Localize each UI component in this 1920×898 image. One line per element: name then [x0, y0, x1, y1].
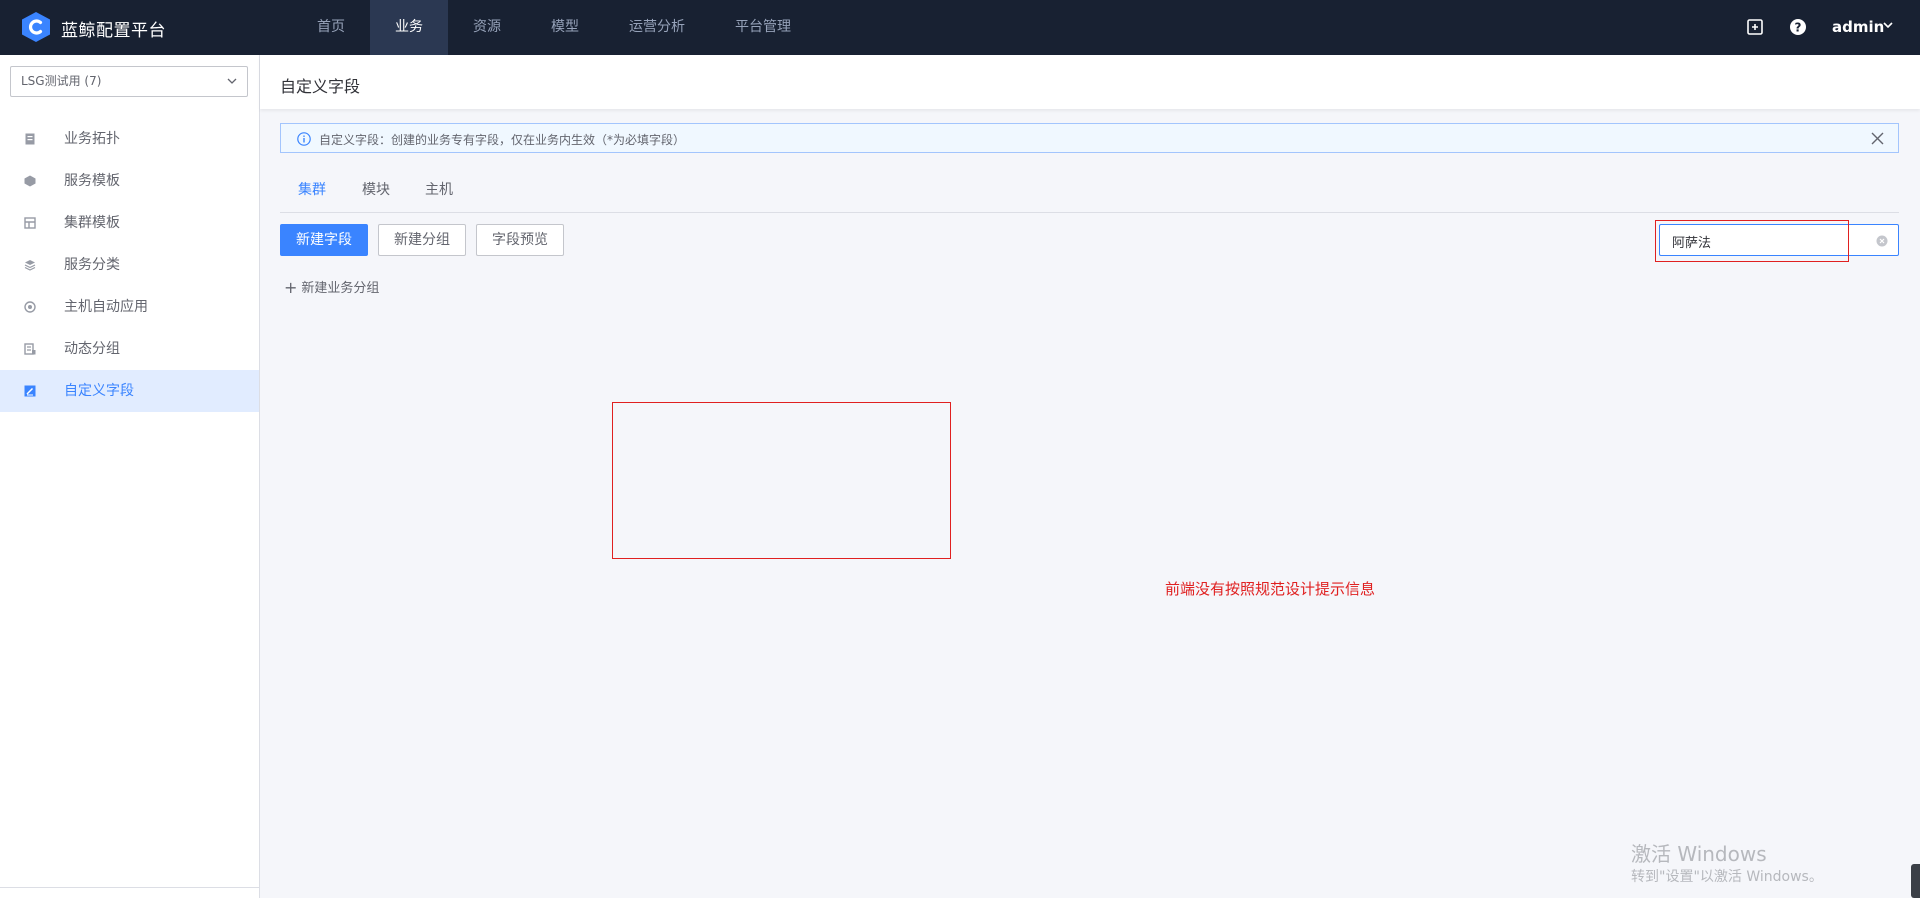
sidebar-item-label: 自定义字段	[64, 383, 134, 399]
page-title: 自定义字段	[280, 77, 361, 96]
chevron-down-icon[interactable]	[1883, 20, 1893, 30]
chevron-down-icon	[227, 78, 237, 84]
sidebar: LSG测试用 (7) 业务拓扑 服务模板 集群模板 服务分类 主机自动应用 动态…	[0, 55, 260, 898]
sidebar-item-label: 集群模板	[64, 215, 120, 231]
sidebar-item-cluster-template[interactable]: 集群模板	[0, 202, 259, 244]
annotation-note: 前端没有按照规范设计提示信息	[1165, 580, 1376, 598]
topology-icon	[25, 133, 35, 145]
sidebar-item-custom-field[interactable]: 自定义字段	[0, 370, 259, 412]
user-menu[interactable]: admin	[1832, 18, 1884, 36]
sidebar-item-label: 动态分组	[64, 341, 120, 357]
field-preview-button[interactable]: 字段预览	[476, 224, 564, 256]
plus-icon: +	[284, 278, 298, 297]
new-group-button[interactable]: 新建分组	[378, 224, 466, 256]
help-icon[interactable]: ?	[1789, 18, 1807, 36]
info-icon	[297, 132, 311, 146]
new-business-group-link[interactable]: + 新建业务分组	[284, 277, 380, 297]
notice-text: 自定义字段：创建的业务专有字段，仅在业务内生效（*为必填字段）	[319, 133, 686, 147]
close-icon[interactable]	[1871, 132, 1884, 145]
service-category-icon	[24, 260, 36, 271]
info-notice: 自定义字段：创建的业务专有字段，仅在业务内生效（*为必填字段）	[280, 123, 1899, 153]
nav-operation-analysis[interactable]: 运营分析	[614, 0, 700, 55]
bk-logo-icon[interactable]	[22, 12, 50, 42]
nav-platform-management[interactable]: 平台管理	[720, 0, 806, 55]
page-header: 自定义字段	[260, 55, 1920, 109]
new-business-group-label: 新建业务分组	[301, 281, 380, 296]
sidebar-item-label: 业务拓扑	[64, 131, 120, 147]
annotation-box-search	[1655, 220, 1849, 262]
tab-host[interactable]: 主机	[425, 179, 453, 199]
tab-module[interactable]: 模块	[362, 179, 390, 199]
nav-resource[interactable]: 资源	[456, 0, 518, 55]
app-title[interactable]: 蓝鲸配置平台	[61, 16, 166, 41]
version-icon[interactable]	[1746, 18, 1764, 36]
host-auto-apply-icon	[24, 301, 36, 313]
sidebar-divider	[0, 887, 259, 888]
scrollbar-handle[interactable]	[1911, 864, 1920, 898]
sidebar-item-service-category[interactable]: 服务分类	[0, 244, 259, 286]
new-field-button[interactable]: 新建字段	[280, 224, 368, 256]
windows-watermark-subtitle: 转到"设置"以激活 Windows。	[1631, 869, 1823, 885]
dynamic-group-icon	[24, 343, 36, 355]
sidebar-item-label: 主机自动应用	[64, 299, 148, 315]
business-selector-value: LSG测试用 (7)	[21, 74, 102, 88]
sidebar-item-service-template[interactable]: 服务模板	[0, 160, 259, 202]
service-template-icon	[24, 175, 36, 187]
tab-divider	[280, 212, 1899, 213]
sidebar-item-host-auto-apply[interactable]: 主机自动应用	[0, 286, 259, 328]
nav-home[interactable]: 首页	[300, 0, 362, 55]
annotation-box-empty-area	[612, 402, 951, 559]
business-selector[interactable]: LSG测试用 (7)	[10, 66, 248, 97]
sidebar-item-topology[interactable]: 业务拓扑	[0, 118, 259, 160]
nav-business[interactable]: 业务	[370, 0, 448, 55]
nav-model[interactable]: 模型	[534, 0, 596, 55]
custom-field-icon	[24, 385, 36, 397]
svg-text:?: ?	[1795, 21, 1802, 35]
windows-watermark-title: 激活 Windows	[1631, 842, 1767, 866]
sidebar-item-dynamic-group[interactable]: 动态分组	[0, 328, 259, 370]
clear-icon[interactable]	[1876, 235, 1888, 247]
cluster-template-icon	[24, 217, 36, 229]
sidebar-item-label: 服务分类	[64, 257, 120, 273]
top-navbar: 蓝鲸配置平台 首页 业务 资源 模型 运营分析 平台管理 ? admin	[0, 0, 1920, 55]
sidebar-item-label: 服务模板	[64, 173, 120, 189]
tab-cluster[interactable]: 集群	[298, 179, 326, 199]
